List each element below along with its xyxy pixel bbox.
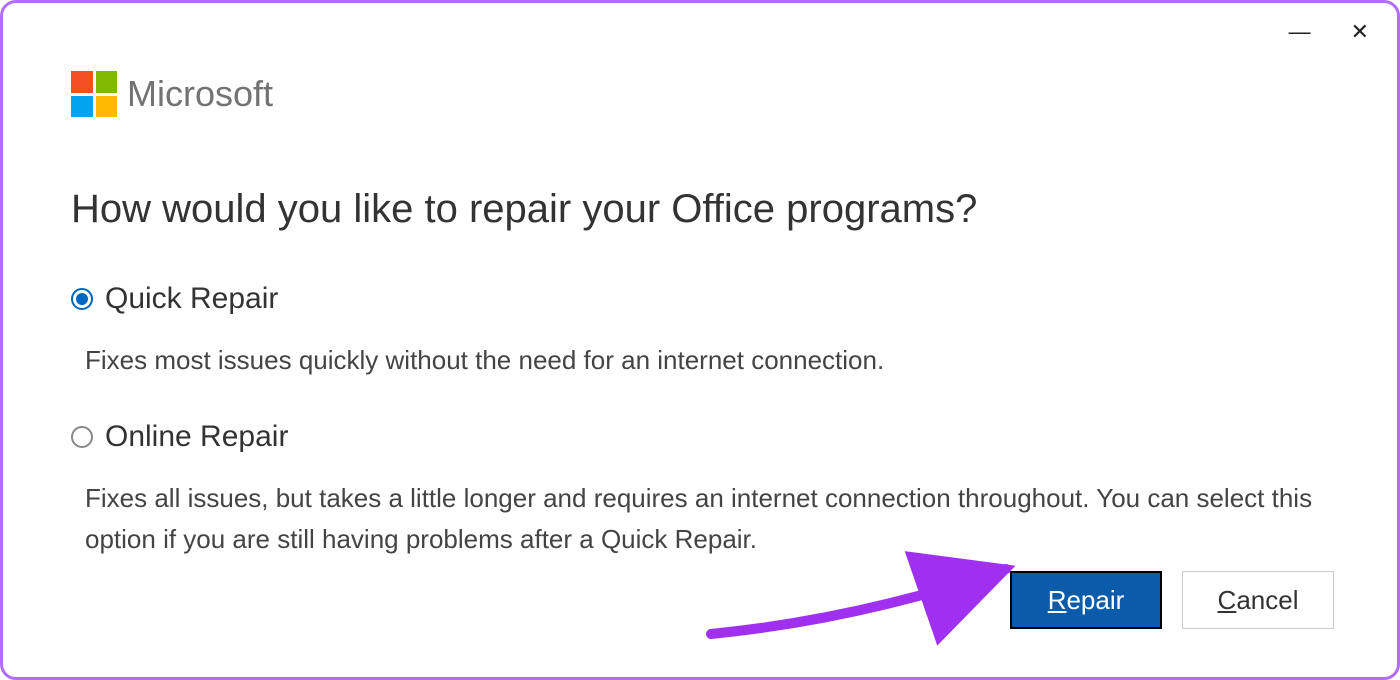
radio-quick-repair[interactable]: [71, 288, 93, 310]
option-head: Online Repair: [71, 420, 1329, 454]
radio-online-repair[interactable]: [71, 426, 93, 448]
minimize-button[interactable]: —: [1289, 19, 1311, 45]
microsoft-brand: Microsoft: [71, 71, 1329, 117]
dialog-heading: How would you like to repair your Office…: [71, 187, 1329, 232]
window-border: — ✕ Microsoft How would you like to repa…: [0, 0, 1400, 680]
window-controls: — ✕: [1289, 19, 1369, 45]
dialog-content: Microsoft How would you like to repair y…: [11, 11, 1389, 619]
option-description: Fixes most issues quickly without the ne…: [71, 340, 1329, 380]
option-label: Online Repair: [105, 420, 288, 454]
dialog-window: — ✕ Microsoft How would you like to repa…: [11, 11, 1389, 669]
button-text-rest: ancel: [1236, 585, 1298, 615]
dialog-buttons: Repair Cancel: [1010, 571, 1334, 629]
option-quick-repair[interactable]: Quick Repair Fixes most issues quickly w…: [71, 282, 1329, 380]
option-head: Quick Repair: [71, 282, 1329, 316]
microsoft-wordmark: Microsoft: [127, 73, 273, 115]
repair-button[interactable]: Repair: [1010, 571, 1162, 629]
close-button[interactable]: ✕: [1351, 19, 1369, 45]
option-description: Fixes all issues, but takes a little lon…: [71, 478, 1329, 559]
button-text-rest: epair: [1066, 585, 1124, 615]
accelerator-char: R: [1048, 585, 1067, 615]
microsoft-logo-icon: [71, 71, 117, 117]
option-label: Quick Repair: [105, 282, 278, 316]
accelerator-char: C: [1218, 585, 1237, 615]
option-online-repair[interactable]: Online Repair Fixes all issues, but take…: [71, 420, 1329, 559]
cancel-button[interactable]: Cancel: [1182, 571, 1334, 629]
